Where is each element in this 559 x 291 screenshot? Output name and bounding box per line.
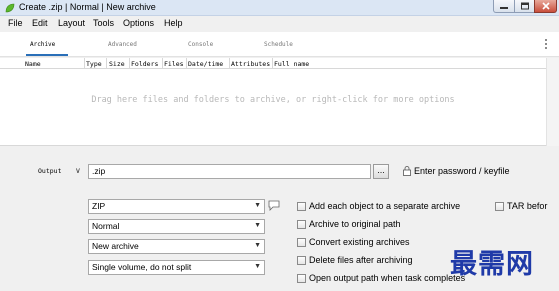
column-divider[interactable] bbox=[84, 58, 85, 69]
maximize-icon bbox=[520, 2, 529, 10]
checkbox-box[interactable] bbox=[297, 202, 306, 211]
file-list[interactable]: Name Type Size Folders Files Date/time A… bbox=[0, 58, 559, 146]
split-value: Single volume, do not split bbox=[92, 262, 192, 272]
window-title: Create .zip | Normal | New archive bbox=[19, 2, 156, 12]
checkbox-box[interactable] bbox=[297, 256, 306, 265]
menu-layout[interactable]: Layout bbox=[58, 18, 85, 28]
menu-help[interactable]: Help bbox=[164, 18, 183, 28]
lock-icon bbox=[403, 166, 411, 176]
menu-options[interactable]: Options bbox=[123, 18, 154, 28]
menu-bar: File Edit Layout Tools Options Help bbox=[0, 17, 559, 31]
site-watermark: 最需网 bbox=[450, 249, 534, 280]
output-path-input[interactable]: .zip bbox=[88, 164, 371, 179]
close-button[interactable] bbox=[534, 0, 557, 13]
app-window: Create .zip | Normal | New archive File … bbox=[0, 0, 559, 291]
password-button[interactable]: Enter password / keyfile bbox=[414, 166, 510, 176]
column-divider[interactable] bbox=[186, 58, 187, 69]
chevron-down-icon[interactable]: ∨ bbox=[75, 166, 81, 175]
minimize-icon bbox=[500, 7, 508, 9]
app-leaf-icon bbox=[5, 3, 15, 13]
checkbox-box[interactable] bbox=[297, 238, 306, 247]
checkbox-label: Convert existing archives bbox=[309, 237, 410, 247]
tab-schedule[interactable]: Schedule bbox=[264, 41, 293, 48]
empty-list-hint: Drag here files and folders to archive, … bbox=[91, 95, 455, 105]
browse-button[interactable]: ... bbox=[373, 164, 389, 179]
title-bar: Create .zip | Normal | New archive bbox=[0, 0, 559, 16]
active-tab-indicator bbox=[26, 54, 68, 56]
column-divider[interactable] bbox=[229, 58, 230, 69]
column-headers: Name Type Size Folders Files Date/time A… bbox=[0, 58, 546, 69]
column-name[interactable]: Name bbox=[25, 60, 41, 68]
checkbox-box[interactable] bbox=[297, 220, 306, 229]
column-divider[interactable] bbox=[162, 58, 163, 69]
archive-mode-select[interactable]: New archive ▼ bbox=[88, 239, 265, 254]
tab-strip: Archive Advanced Console Schedule bbox=[0, 32, 559, 57]
checkbox-label: TAR befor bbox=[507, 201, 548, 211]
split-select[interactable]: Single volume, do not split ▼ bbox=[88, 260, 265, 275]
archive-mode-value: New archive bbox=[92, 241, 139, 251]
format-select-value: ZIP bbox=[92, 201, 106, 211]
checkbox-box[interactable] bbox=[495, 202, 504, 211]
menu-edit[interactable]: Edit bbox=[32, 18, 48, 28]
compression-level-select[interactable]: Normal ▼ bbox=[88, 219, 265, 234]
maximize-button[interactable] bbox=[514, 0, 535, 13]
column-divider[interactable] bbox=[272, 58, 273, 69]
column-folders[interactable]: Folders bbox=[131, 60, 158, 68]
column-size[interactable]: Size bbox=[109, 60, 125, 68]
column-divider[interactable] bbox=[129, 58, 130, 69]
menu-tools[interactable]: Tools bbox=[93, 18, 114, 28]
column-files[interactable]: Files bbox=[164, 60, 184, 68]
more-options-icon[interactable] bbox=[544, 39, 548, 50]
column-full-name[interactable]: Full name bbox=[274, 60, 309, 68]
comment-icon[interactable] bbox=[268, 200, 280, 211]
checkbox-label: Open output path when task completes bbox=[309, 273, 466, 283]
dropdown-arrow-icon: ▼ bbox=[254, 222, 261, 229]
dropdown-arrow-icon: ▼ bbox=[254, 242, 261, 249]
vertical-scrollbar[interactable] bbox=[546, 58, 559, 146]
column-divider[interactable] bbox=[106, 58, 107, 69]
column-datetime[interactable]: Date/time bbox=[188, 60, 223, 68]
close-icon bbox=[541, 2, 550, 10]
checkbox-box[interactable] bbox=[297, 274, 306, 283]
menu-file[interactable]: File bbox=[8, 18, 23, 28]
checkbox-label: Delete files after archiving bbox=[309, 255, 413, 265]
dropdown-arrow-icon: ▼ bbox=[254, 263, 261, 270]
tab-archive[interactable]: Archive bbox=[30, 41, 55, 48]
tab-advanced[interactable]: Advanced bbox=[108, 41, 137, 48]
format-select[interactable]: ZIP ▼ bbox=[88, 199, 265, 214]
archive-options-panel: Output ∨ .zip ... Enter password / keyfi… bbox=[0, 147, 559, 291]
tab-console[interactable]: Console bbox=[188, 41, 213, 48]
checkbox-label: Archive to original path bbox=[309, 219, 401, 229]
minimize-button[interactable] bbox=[493, 0, 515, 13]
compression-level-value: Normal bbox=[92, 221, 120, 231]
dropdown-arrow-icon: ▼ bbox=[254, 202, 261, 209]
output-label: Output bbox=[38, 167, 62, 175]
column-attributes[interactable]: Attributes bbox=[231, 60, 270, 68]
checkbox-label: Add each object to a separate archive bbox=[309, 201, 461, 211]
column-type[interactable]: Type bbox=[86, 60, 102, 68]
